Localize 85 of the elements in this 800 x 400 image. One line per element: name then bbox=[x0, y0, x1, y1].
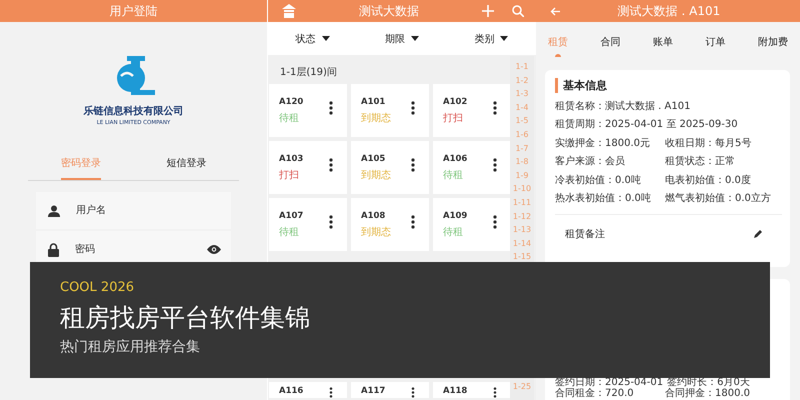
more-icon[interactable] bbox=[329, 387, 333, 398]
room-number: A116 bbox=[279, 386, 304, 396]
room-card[interactable]: A116 bbox=[269, 382, 347, 398]
eye-icon[interactable] bbox=[207, 245, 221, 254]
room-status: 待租 bbox=[443, 226, 464, 239]
caret-icon bbox=[410, 36, 419, 41]
screen-title: 测试大数据 . A101 bbox=[618, 2, 720, 20]
room-number: A106 bbox=[443, 154, 468, 164]
banner-subtitle: 热门租房应用推荐合集 bbox=[60, 338, 200, 356]
person-icon bbox=[48, 204, 60, 216]
info-text: 电表初始值：0.0度 bbox=[665, 174, 752, 187]
detail-tab[interactable]: 订单 bbox=[702, 29, 730, 57]
more-icon[interactable] bbox=[329, 215, 333, 229]
more-icon[interactable] bbox=[493, 215, 497, 229]
room-card[interactable]: A109 待租 bbox=[433, 198, 511, 251]
username-field[interactable]: 用户名 bbox=[36, 192, 231, 229]
password-input[interactable]: 密码 bbox=[73, 243, 193, 256]
room-card[interactable]: A118 bbox=[433, 382, 511, 398]
room-status: 到期态 bbox=[361, 226, 391, 239]
banner-tag: COOL 2026 bbox=[60, 280, 134, 295]
more-icon[interactable] bbox=[411, 387, 415, 398]
username-input[interactable]: 用户名 bbox=[74, 204, 221, 217]
more-icon[interactable] bbox=[411, 101, 415, 115]
caret-icon bbox=[322, 36, 330, 41]
lock-icon bbox=[48, 242, 59, 256]
banner-title: 租房找房平台软件集锦 bbox=[60, 302, 310, 334]
room-card[interactable]: A117 bbox=[351, 382, 429, 398]
detail-tab[interactable]: 合同 bbox=[596, 29, 624, 57]
caret-icon bbox=[500, 36, 508, 41]
info-text: 客户来源：会员 bbox=[555, 155, 626, 168]
room-number: A118 bbox=[443, 386, 468, 396]
more-icon[interactable] bbox=[329, 101, 333, 115]
room-card[interactable]: A120 待租 bbox=[269, 84, 347, 137]
room-status: 待租 bbox=[443, 168, 464, 182]
info-text: 燃气表初始值：0.0立方 bbox=[665, 192, 772, 206]
info-text: 租赁状态：正常 bbox=[665, 155, 736, 168]
room-card[interactable]: A103 打扫 bbox=[269, 141, 347, 194]
screen-title: 用户登陆 bbox=[110, 2, 158, 20]
room-status: 待租 bbox=[279, 112, 300, 125]
info-text: 热水表初始值：0.0吨 bbox=[555, 192, 652, 206]
room-status: 到期态 bbox=[361, 112, 391, 125]
room-card[interactable]: A108 到期态 bbox=[351, 198, 429, 251]
info-text: 合同租金：720.0 bbox=[555, 388, 635, 399]
room-card[interactable]: A102 打扫 bbox=[433, 84, 511, 137]
info-text: 合同押金：1800.0 bbox=[665, 388, 751, 399]
remark-label: 租赁备注 bbox=[565, 228, 605, 241]
room-number: A101 bbox=[361, 97, 386, 107]
room-status: 打扫 bbox=[279, 168, 300, 182]
room-number: A103 bbox=[279, 154, 304, 164]
info-text: 冷表初始值：0.0吨 bbox=[555, 174, 642, 187]
room-number: A120 bbox=[279, 97, 304, 107]
floor-header: 1-1层(19)间 bbox=[279, 66, 338, 80]
room-number: A107 bbox=[279, 211, 304, 221]
detail-tab[interactable]: 账单 bbox=[649, 29, 677, 57]
section-title: 基本信息 bbox=[555, 78, 782, 93]
info-text: 收租日期：每月5号 bbox=[665, 136, 752, 150]
login-tab[interactable]: 短信登录 bbox=[166, 156, 206, 180]
room-number: A117 bbox=[361, 386, 386, 396]
detail-tab[interactable]: 附加费 bbox=[754, 29, 792, 57]
room-status: 待租 bbox=[279, 226, 300, 239]
company-name: 乐链信息科技有限公司 bbox=[84, 104, 184, 118]
more-icon[interactable] bbox=[493, 158, 497, 172]
room-card[interactable]: A105 到期态 bbox=[351, 141, 429, 194]
room-number: A102 bbox=[443, 97, 468, 107]
more-icon[interactable] bbox=[493, 101, 497, 115]
screen-title: 测试大数据 bbox=[359, 2, 419, 20]
room-card[interactable]: A107 待租 bbox=[269, 198, 347, 251]
room-number: A105 bbox=[361, 154, 386, 164]
more-icon[interactable] bbox=[411, 158, 415, 172]
more-icon[interactable] bbox=[329, 158, 333, 172]
filter-dropdown[interactable]: 状态 bbox=[292, 30, 334, 48]
room-number: A109 bbox=[443, 211, 468, 221]
info-text: 实缴押金：1800.0元 bbox=[555, 136, 651, 150]
more-icon[interactable] bbox=[411, 215, 415, 229]
filter-dropdown[interactable]: 期限 bbox=[380, 30, 423, 48]
room-card[interactable]: A101 到期态 bbox=[351, 84, 429, 137]
room-number: A108 bbox=[361, 211, 386, 221]
more-icon[interactable] bbox=[493, 387, 497, 398]
info-text: 租赁名称：测试大数据 . A101 bbox=[555, 100, 692, 113]
info-text: 租赁周期：2025-04-01 至 2025-09-30 bbox=[555, 118, 739, 132]
filter-dropdown[interactable]: 类别 bbox=[470, 30, 512, 48]
room-status: 打扫 bbox=[443, 112, 464, 125]
room-card[interactable]: A106 待租 bbox=[433, 141, 511, 194]
pencil-icon[interactable] bbox=[754, 230, 762, 238]
room-status: 到期态 bbox=[361, 168, 391, 182]
